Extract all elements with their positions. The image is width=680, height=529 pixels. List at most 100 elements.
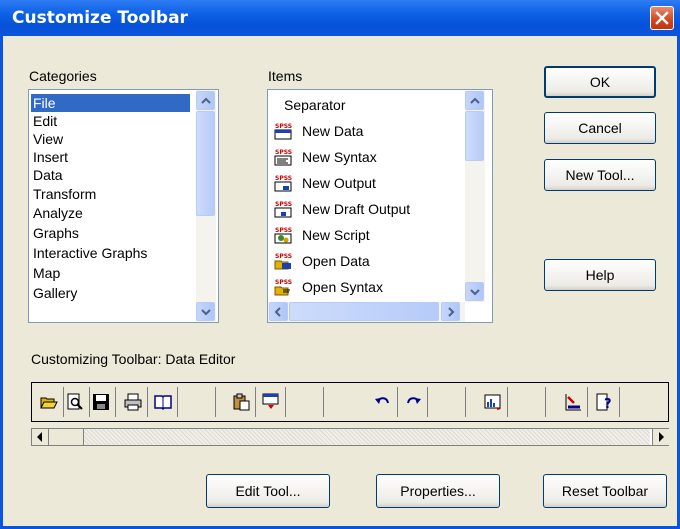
category-item[interactable]: Insert [31, 148, 68, 166]
item-open-data[interactable]: SPSS Open Data [270, 252, 452, 270]
toolbar-button[interactable] [86, 387, 116, 417]
item-open-syntax[interactable]: SPSS Open Syntax [270, 278, 452, 296]
help-button[interactable]: Help [544, 259, 656, 291]
toolbar-blank-slot[interactable] [186, 387, 216, 417]
svg-text:?: ? [604, 397, 612, 411]
toolbar-button[interactable]: ? [590, 387, 620, 417]
svg-text:SPSS: SPSS [275, 227, 292, 234]
toolbar-button[interactable] [558, 387, 588, 417]
ok-button-label: OK [589, 74, 611, 90]
properties-button-label: Properties... [400, 483, 476, 499]
item-label: Open Data [302, 253, 370, 269]
dialog-body: Categories File Edit View Insert Data Tr… [3, 36, 677, 526]
items-label: Items [268, 68, 303, 84]
svg-text:SPSS: SPSS [275, 253, 292, 260]
scroll-thumb[interactable] [289, 302, 439, 321]
print-preview-icon [67, 393, 83, 410]
item-label: Separator [284, 97, 346, 113]
scroll-left-button[interactable] [32, 429, 49, 445]
categories-listbox[interactable]: File Edit View Insert Data Transform Ana… [28, 89, 219, 323]
toolbar-button[interactable] [226, 387, 256, 417]
svg-text:SPSS: SPSS [275, 201, 292, 208]
edit-tool-button-label: Edit Tool... [235, 483, 301, 499]
toolbar-button[interactable] [148, 387, 178, 417]
help-button-label: Help [585, 267, 615, 283]
new-tool-button[interactable]: New Tool... [544, 159, 656, 191]
toolbar-button[interactable] [256, 387, 286, 417]
redo-icon [407, 397, 421, 404]
save-icon [93, 394, 109, 410]
arrow-right-icon [659, 432, 664, 442]
toolbar-blank-slot[interactable] [294, 387, 324, 417]
svg-text:SPSS: SPSS [275, 279, 292, 286]
items-hscrollbar[interactable] [268, 302, 465, 322]
scroll-thumb[interactable] [196, 111, 215, 216]
toolbar-blank-slot[interactable] [516, 387, 546, 417]
properties-button[interactable]: Properties... [376, 474, 500, 508]
customizing-label: Customizing Toolbar: Data Editor [31, 351, 236, 367]
category-item[interactable]: Map [31, 264, 60, 282]
spss-open-data-icon: SPSS [274, 253, 292, 270]
toolbar-button[interactable] [478, 387, 508, 417]
close-button[interactable] [650, 6, 674, 30]
scroll-track[interactable] [84, 429, 650, 445]
toolbar-button[interactable] [368, 387, 398, 417]
categories-label: Categories [29, 68, 97, 84]
scroll-left-button[interactable] [269, 302, 288, 321]
goto-case-icon [565, 394, 581, 411]
spss-new-draft-output-icon: SPSS [274, 201, 292, 218]
ok-button[interactable]: OK [544, 66, 656, 98]
book-icon [154, 395, 172, 411]
open-folder-icon [40, 397, 58, 409]
customize-toolbar-window: Customize Toolbar Categories File Edit V… [0, 0, 680, 529]
edit-tool-button[interactable]: Edit Tool... [206, 474, 330, 508]
paste-icon [233, 393, 250, 411]
reset-toolbar-button[interactable]: Reset Toolbar [543, 474, 667, 508]
categories-scrollbar[interactable] [196, 90, 216, 322]
scroll-right-button[interactable] [441, 302, 460, 321]
scroll-thumb[interactable] [465, 111, 484, 161]
item-new-script[interactable]: SPSS New Script [270, 226, 452, 244]
item-label: New Draft Output [302, 201, 411, 217]
category-item[interactable]: Graphs [31, 224, 79, 242]
variables-icon: ? [596, 393, 612, 411]
toolbar-scrollbar[interactable] [31, 428, 669, 446]
item-label: Open Syntax [302, 279, 383, 295]
window-title: Customize Toolbar [12, 8, 188, 28]
scroll-up-button[interactable] [196, 91, 215, 110]
category-item[interactable]: View [31, 130, 63, 148]
category-item[interactable]: Data [31, 166, 63, 184]
scroll-down-button[interactable] [196, 302, 215, 321]
category-item[interactable]: Edit [31, 112, 57, 130]
item-new-syntax[interactable]: SPSS New Syntax [270, 148, 452, 166]
item-label: New Data [302, 123, 364, 139]
scroll-down-button[interactable] [465, 282, 484, 301]
category-item[interactable]: File [31, 94, 190, 112]
category-item[interactable]: Transform [31, 185, 96, 203]
category-item[interactable]: Analyze [31, 204, 83, 222]
title-bar[interactable]: Customize Toolbar [0, 0, 680, 36]
spss-open-syntax-icon: SPSS [274, 279, 292, 296]
items-vscrollbar[interactable] [465, 90, 485, 302]
item-new-draft-output[interactable]: SPSS New Draft Output [270, 200, 452, 218]
item-new-data[interactable]: SPSS New Data [270, 122, 452, 140]
spss-new-output-icon: SPSS [274, 175, 292, 192]
category-item[interactable]: Interactive Graphs [31, 244, 147, 262]
toolbar-blank-slot[interactable] [436, 387, 466, 417]
cancel-button[interactable]: Cancel [544, 112, 656, 144]
chevron-right-icon [448, 307, 455, 317]
items-listbox[interactable]: Separator SPSS New Data SPSS New Syntax … [267, 89, 493, 323]
category-item[interactable]: Gallery [31, 284, 77, 302]
toolbar-button[interactable] [118, 387, 148, 417]
new-tool-button-label: New Tool... [565, 167, 635, 183]
item-new-output[interactable]: SPSS New Output [270, 174, 452, 192]
chevron-up-icon [470, 97, 480, 104]
scroll-thumb[interactable] [49, 429, 84, 445]
scroll-right-button[interactable] [652, 429, 669, 445]
item-label: New Syntax [302, 149, 377, 165]
spss-new-script-icon: SPSS [274, 227, 292, 244]
toolbar-button[interactable] [398, 387, 428, 417]
toolbar-preview[interactable]: ? [31, 382, 669, 422]
item-separator[interactable]: Separator [270, 96, 452, 114]
scroll-up-button[interactable] [465, 91, 484, 110]
